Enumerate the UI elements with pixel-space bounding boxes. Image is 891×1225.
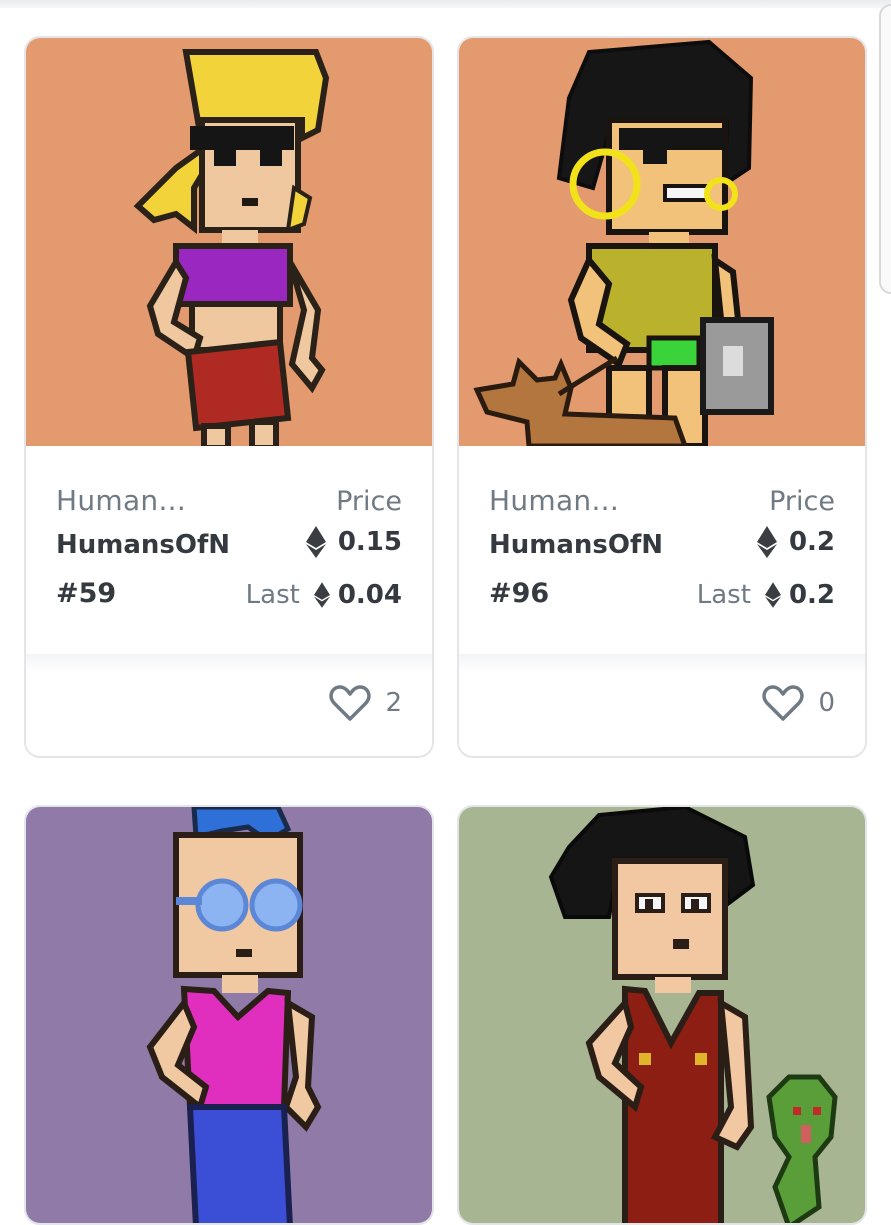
like-button[interactable]: 0 xyxy=(762,684,835,722)
like-button[interactable]: 2 xyxy=(329,684,402,722)
price-row: 0.2 xyxy=(756,526,835,558)
pixel-art-character xyxy=(26,38,432,446)
pixel-art-character xyxy=(459,807,865,1223)
card-footer: 0 xyxy=(459,654,865,756)
card-info: Human... HumansOfN #96 Price 0.2 Last 0.… xyxy=(459,446,865,654)
last-price-value: 0.04 xyxy=(337,580,402,610)
heart-icon[interactable] xyxy=(329,684,372,722)
price-value: 0.2 xyxy=(788,527,835,557)
nft-image[interactable] xyxy=(26,807,432,1223)
scrollbar[interactable] xyxy=(879,4,891,294)
collection-name[interactable]: Human... xyxy=(489,484,619,517)
ethereum-icon xyxy=(756,526,777,558)
token-name[interactable]: HumansOfN xyxy=(489,530,671,560)
price-label: Price xyxy=(336,486,402,517)
last-label: Last xyxy=(245,580,300,610)
token-number[interactable]: #59 xyxy=(56,578,116,609)
nft-card-59[interactable]: Human... HumansOfN #59 Price 0.15 Last 0… xyxy=(24,36,434,758)
price-value: 0.15 xyxy=(337,527,402,557)
nft-card[interactable] xyxy=(457,805,867,1225)
price-row: 0.15 xyxy=(305,526,402,558)
ethereum-icon xyxy=(305,526,326,558)
pixel-art-character xyxy=(459,38,865,446)
collection-name[interactable]: Human... xyxy=(56,484,186,517)
nft-image[interactable] xyxy=(459,38,865,446)
last-sale-row: Last 0.2 xyxy=(697,580,835,610)
ethereum-icon xyxy=(764,582,781,608)
ethereum-icon xyxy=(313,582,330,608)
nft-image[interactable] xyxy=(459,807,865,1223)
last-sale-row: Last 0.04 xyxy=(246,580,402,610)
top-divider xyxy=(0,0,891,8)
nft-image[interactable] xyxy=(26,38,432,446)
price-label: Price xyxy=(769,486,835,517)
like-count: 0 xyxy=(818,688,835,718)
token-number[interactable]: #96 xyxy=(489,578,549,609)
card-footer: 2 xyxy=(26,654,432,756)
nft-card-96[interactable]: Human... HumansOfN #96 Price 0.2 Last 0.… xyxy=(457,36,867,758)
nft-card[interactable] xyxy=(24,805,434,1225)
last-label: Last xyxy=(696,580,751,610)
heart-icon[interactable] xyxy=(762,684,805,722)
card-info: Human... HumansOfN #59 Price 0.15 Last 0… xyxy=(26,446,432,654)
last-price-value: 0.2 xyxy=(788,580,835,610)
pixel-art-character xyxy=(26,807,432,1223)
like-count: 2 xyxy=(385,688,402,718)
token-name[interactable]: HumansOfN xyxy=(56,530,238,560)
